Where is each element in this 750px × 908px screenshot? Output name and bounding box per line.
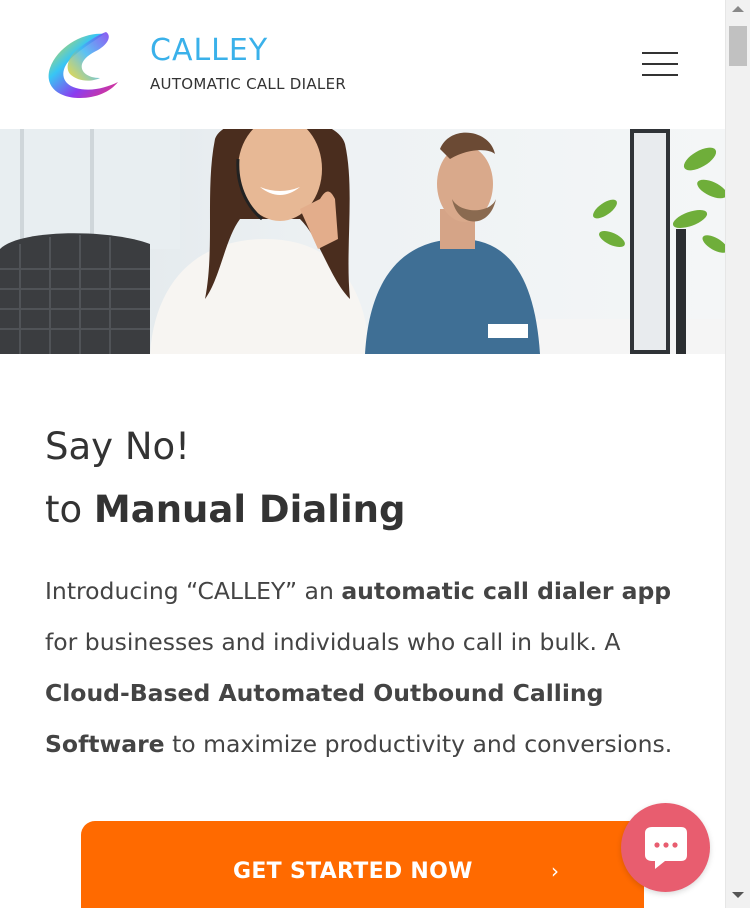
page-viewport: CALLEY AUTOMATIC CALL DIALER Say No! to … [0, 0, 725, 908]
scroll-up-arrow-icon[interactable] [732, 6, 744, 12]
brand-tagline: AUTOMATIC CALL DIALER [150, 75, 347, 93]
brand-name: CALLEY [150, 33, 269, 68]
hamburger-menu-icon[interactable] [642, 50, 680, 78]
call-center-photo [0, 129, 725, 354]
intro-text: to maximize productivity and conversions… [164, 730, 673, 758]
intro-bold: automatic call dialer app [341, 577, 672, 605]
calley-logo-icon [48, 32, 118, 98]
intro-text: Introducing “CALLEY” an [45, 577, 342, 605]
headline-prefix: to [45, 488, 94, 531]
vertical-scrollbar[interactable] [725, 0, 750, 908]
menu-bar-line [642, 74, 678, 76]
intro-paragraph: Introducing “CALLEY” an automatic call d… [45, 566, 685, 770]
chevron-right-icon: › [551, 859, 559, 883]
get-started-label: GET STARTED NOW [233, 859, 473, 884]
menu-bar-line [642, 63, 678, 65]
scroll-down-arrow-icon[interactable] [732, 892, 744, 898]
headline-strong: Manual Dialing [93, 488, 406, 531]
intro-text: for businesses and individuals who call … [45, 628, 621, 656]
hero-image [0, 129, 725, 354]
headline-line-2: to Manual Dialing [45, 487, 405, 533]
site-header: CALLEY AUTOMATIC CALL DIALER [0, 0, 725, 129]
chat-bubble-icon [645, 827, 687, 869]
get-started-button[interactable]: GET STARTED NOW › [81, 821, 644, 908]
scrollbar-thumb[interactable] [729, 26, 747, 66]
headline-line-1: Say No! [45, 425, 190, 468]
menu-bar-line [642, 52, 678, 54]
chat-widget-button[interactable] [621, 803, 710, 892]
logo-link[interactable]: CALLEY AUTOMATIC CALL DIALER [44, 28, 364, 104]
